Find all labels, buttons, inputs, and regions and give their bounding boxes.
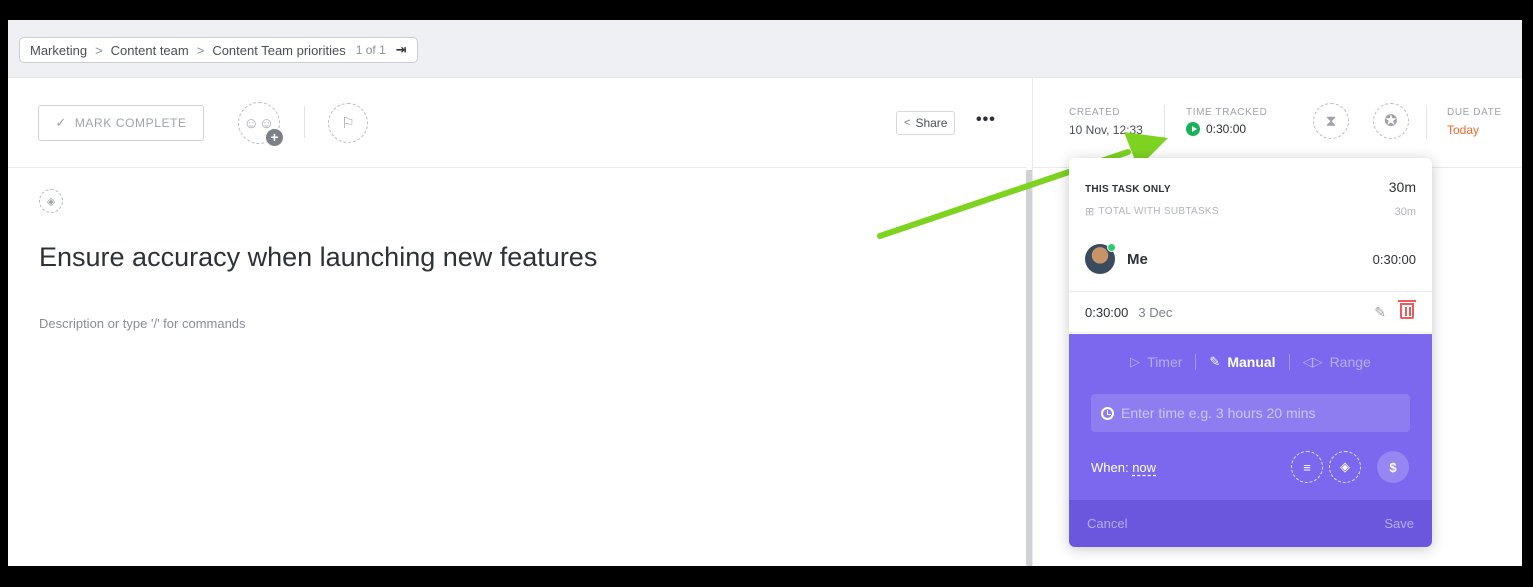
trash-icon[interactable] <box>1398 300 1416 319</box>
total-subtasks-row: ⊞ TOTAL WITH SUBTASKS 30m <box>1085 205 1416 219</box>
total-subtasks-label-wrap: ⊞ TOTAL WITH SUBTASKS <box>1085 205 1219 218</box>
entry-date: 3 Dec <box>1138 304 1173 320</box>
breadcrumb-item-priorities[interactable]: Content Team priorities <box>212 43 345 58</box>
total-subtasks-value: 30m <box>1394 205 1416 218</box>
subtasks-icon: ⊞ <box>1085 206 1095 218</box>
toolbar-divider <box>304 106 305 138</box>
sprint-points-button[interactable]: ✪ <box>1373 103 1409 139</box>
play-icon[interactable] <box>1186 122 1200 136</box>
when-value[interactable]: now <box>1132 460 1156 475</box>
meta-divider <box>1426 105 1427 139</box>
user-name: Me <box>1127 250 1148 268</box>
breadcrumb-bar: Marketing > Content team > Content Team … <box>8 20 1522 78</box>
time-input[interactable] <box>1121 405 1400 421</box>
cancel-button[interactable]: Cancel <box>1087 516 1127 531</box>
breadcrumb-separator: > <box>196 42 205 58</box>
time-tracked-button[interactable]: 0:30:00 <box>1186 122 1246 136</box>
manual-edit-icon: ✎ <box>1209 354 1221 369</box>
plus-icon: + <box>266 129 283 146</box>
mark-complete-button[interactable]: ✓ MARK COMPLETE <box>38 105 204 141</box>
this-task-row: THIS TASK ONLY 30m <box>1085 179 1416 195</box>
popup-footer: Cancel Save <box>1069 500 1432 547</box>
mark-complete-label: MARK COMPLETE <box>74 116 187 130</box>
when-row: When: now <box>1091 460 1156 475</box>
billable-icon: $ <box>1389 459 1397 475</box>
share-icon: < <box>904 117 911 129</box>
notes-icon: ≡ <box>1303 459 1311 475</box>
task-description[interactable]: Description or type '/' for commands <box>39 316 246 331</box>
hourglass-icon: ⧗ <box>1325 112 1337 130</box>
meta-divider <box>1164 105 1165 139</box>
tab-range-label: Range <box>1329 354 1371 370</box>
this-task-value: 30m <box>1388 179 1416 195</box>
time-tracking-popup: THIS TASK ONLY 30m ⊞ TOTAL WITH SUBTASKS… <box>1069 158 1432 547</box>
tab-manual-label: Manual <box>1227 354 1276 370</box>
check-icon: ✓ <box>55 115 67 130</box>
user-time-row[interactable]: Me 0:30:00 <box>1085 243 1416 274</box>
task-title[interactable]: Ensure accuracy when launching new featu… <box>39 242 597 273</box>
task-detail-pane: ✓ MARK COMPLETE ☺☺ + ⚐ < Share ••• ◈ Ens… <box>8 78 1026 566</box>
tag-icon: ◈ <box>46 195 56 208</box>
exit-icon[interactable]: ⇥ <box>396 42 407 58</box>
mode-tabs: ▷ Timer ✎ Manual ◁▷ Range <box>1069 354 1432 370</box>
add-assignee-button[interactable]: ☺☺ + <box>238 102 283 146</box>
this-task-label: THIS TASK ONLY <box>1085 184 1171 195</box>
user-time-total: 0:30:00 <box>1372 251 1416 267</box>
flag-icon: ⚐ <box>341 115 355 132</box>
timer-icon: ▷ <box>1130 354 1141 369</box>
avatar <box>1085 243 1116 274</box>
time-input-wrapper <box>1091 394 1410 432</box>
clock-icon <box>1101 406 1114 420</box>
add-time-tag-button[interactable]: ◈ <box>1329 451 1361 483</box>
breadcrumb-item-marketing[interactable]: Marketing <box>30 43 87 58</box>
task-toolbar: ✓ MARK COMPLETE ☺☺ + ⚐ < Share ••• <box>8 78 1026 168</box>
tab-timer[interactable]: ▷ Timer <box>1117 354 1195 370</box>
when-label: When: <box>1091 460 1129 475</box>
created-label: CREATED <box>1069 107 1121 118</box>
task-count: 1 of 1 <box>355 43 386 57</box>
tab-timer-label: Timer <box>1147 354 1183 370</box>
time-entry-row: 0:30:00 3 Dec ✎ <box>1069 291 1432 333</box>
time-estimate-button[interactable]: ⧗ <box>1313 103 1349 139</box>
share-button[interactable]: < Share <box>896 111 956 135</box>
time-tracked-label: TIME TRACKED <box>1186 107 1268 118</box>
tag-icon: ◈ <box>1340 459 1350 474</box>
time-tracked-value: 0:30:00 <box>1206 122 1247 136</box>
add-time-form: ▷ Timer ✎ Manual ◁▷ Range When: now ≡ <box>1069 334 1432 500</box>
created-value: 10 Nov, 12:33 <box>1069 123 1143 137</box>
share-label: Share <box>915 116 948 130</box>
user-info: Me <box>1085 243 1148 274</box>
breadcrumb: Marketing > Content team > Content Team … <box>19 37 418 63</box>
tab-manual[interactable]: ✎ Manual <box>1196 354 1288 370</box>
points-icon: ✪ <box>1384 113 1398 130</box>
priority-flag-button[interactable]: ⚐ <box>328 103 368 143</box>
pencil-icon[interactable]: ✎ <box>1374 304 1386 321</box>
breadcrumb-separator: > <box>95 42 103 58</box>
task-meta-header: CREATED 10 Nov, 12:33 TIME TRACKED 0:30:… <box>1033 78 1522 168</box>
tab-range[interactable]: ◁▷ Range <box>1290 354 1384 370</box>
entry-duration: 0:30:00 <box>1085 304 1129 320</box>
more-options-button[interactable]: ••• <box>976 111 996 129</box>
save-button[interactable]: Save <box>1384 516 1414 531</box>
add-notes-button[interactable]: ≡ <box>1291 451 1323 483</box>
breadcrumb-item-content-team[interactable]: Content team <box>111 43 189 58</box>
online-status-dot <box>1107 243 1116 252</box>
due-date-label: DUE DATE <box>1447 107 1502 118</box>
range-icon: ◁▷ <box>1302 354 1323 369</box>
due-date-value[interactable]: Today <box>1447 123 1479 137</box>
add-tag-button[interactable]: ◈ <box>39 189 63 213</box>
total-subtasks-label: TOTAL WITH SUBTASKS <box>1098 206 1219 217</box>
billable-toggle[interactable]: $ <box>1377 451 1409 483</box>
